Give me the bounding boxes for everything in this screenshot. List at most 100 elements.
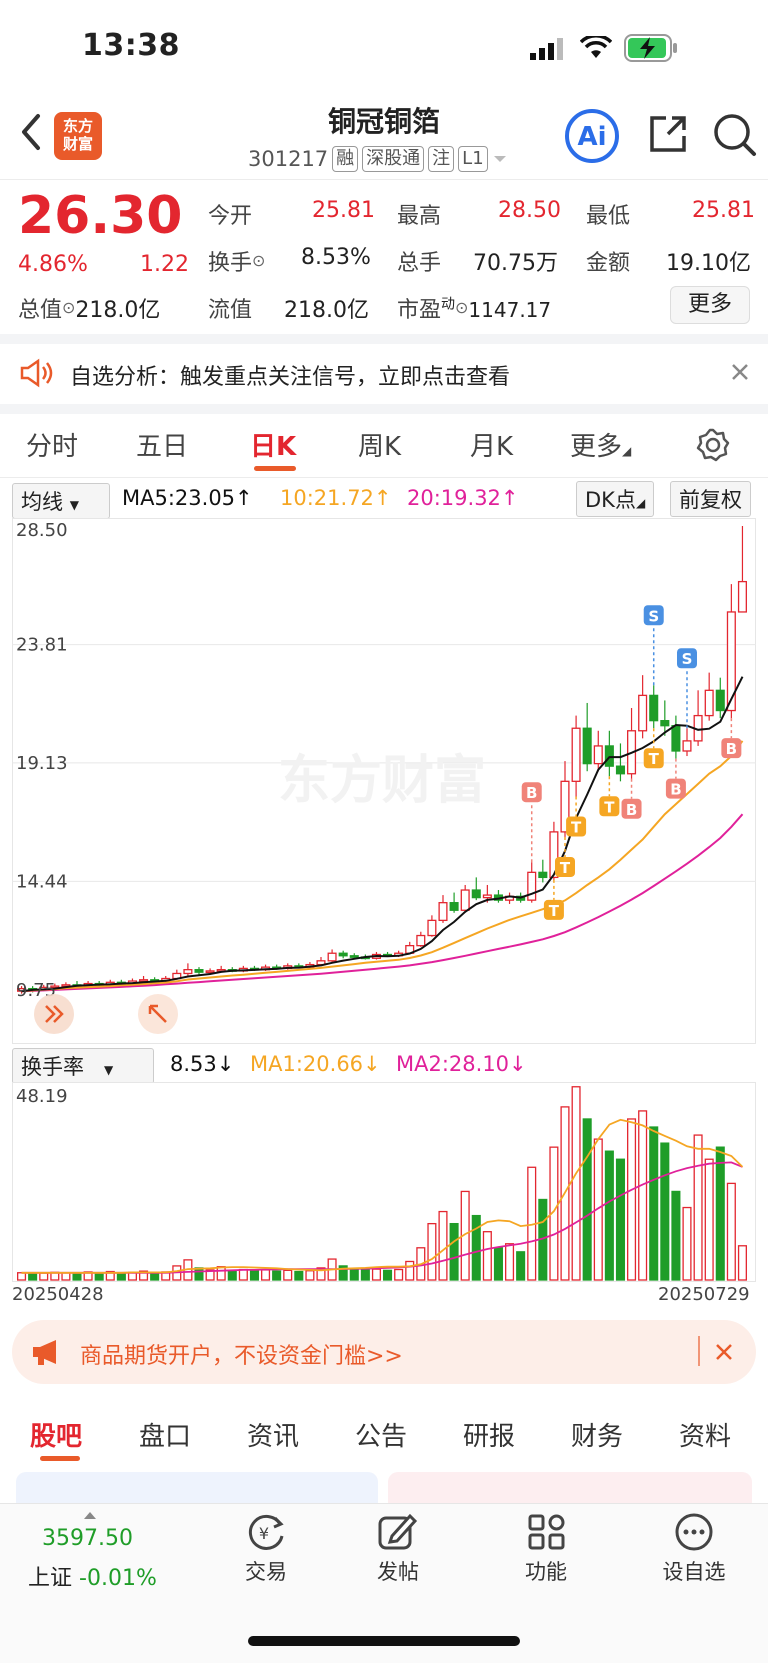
share-button[interactable] <box>646 112 690 160</box>
ai-icon: Ai <box>565 109 619 163</box>
tab-news[interactable]: 资讯 <box>247 1416 299 1453</box>
high-label: 最高 <box>397 204 442 229</box>
index-ticker[interactable]: 上证 -0.01% <box>28 1560 157 1592</box>
turnover-bar <box>194 1267 204 1281</box>
candle-body <box>704 689 714 717</box>
tab-more[interactable]: 更多◢ <box>570 426 631 463</box>
float-value: 218.0亿 <box>284 298 369 323</box>
ma20-value: 20:19.32 <box>407 486 501 510</box>
promo-separator <box>698 1336 700 1366</box>
analysis-notice[interactable]: 自选分析：触发重点关注信号，立即点击查看 <box>70 359 510 391</box>
candle-body <box>194 969 204 973</box>
turnover-bar <box>505 1243 515 1281</box>
price-axis-label: 14.44 <box>16 871 68 892</box>
turnover-bar <box>116 1272 126 1281</box>
turnover-bar <box>704 1158 714 1281</box>
tab-orderbook[interactable]: 盘口 <box>139 1416 191 1453</box>
tab-announcements[interactable]: 公告 <box>355 1416 407 1453</box>
caret-icon: ◢ <box>635 496 646 510</box>
promo-text[interactable]: 商品期货开户，不设资金门槛>> <box>80 1338 403 1370</box>
kline-chart[interactable]: 东方财富 BTTTT BTSBSB 28.5023.8119.1314.449.7… <box>12 518 756 1044</box>
price-axis-label: 19.13 <box>16 753 68 774</box>
turnover-bar <box>715 1146 725 1281</box>
index-value[interactable]: 3597.50 <box>42 1526 133 1551</box>
turnover-bar <box>349 1268 359 1281</box>
up-arrow-icon: ↑ <box>373 486 392 510</box>
turnover-bar <box>438 1210 448 1281</box>
last-price: 26.30 <box>18 186 183 246</box>
ma2-readout: MA2:28.10↓ <box>396 1052 527 1076</box>
close-notice-button[interactable] <box>730 362 750 386</box>
price-axis-label: 28.50 <box>16 520 68 541</box>
search-button[interactable] <box>712 112 758 162</box>
candle-body <box>593 745 603 765</box>
info-icon[interactable]: ⊙ <box>455 298 468 317</box>
turnover-label: 换手 <box>208 251 253 276</box>
candle-body <box>682 740 692 752</box>
info-icon[interactable]: ⊙ <box>252 251 265 270</box>
ma1-readout: MA1:20.66↓ <box>250 1052 381 1076</box>
nav-trade[interactable]: ¥ 交易 <box>226 1512 306 1586</box>
nav-add-watchlist[interactable]: 设自选 <box>654 1512 734 1586</box>
close-icon <box>716 1344 732 1360</box>
signal-marker-label: B <box>626 801 637 819</box>
turnover-bar <box>61 1272 71 1281</box>
turnover-selector[interactable]: 换手率 ▼ <box>12 1048 154 1084</box>
tab-forum[interactable]: 股吧 <box>30 1416 82 1453</box>
turnover-chart[interactable]: 48.19 <box>12 1082 756 1282</box>
turnover-bar <box>493 1247 503 1281</box>
share-icon <box>650 116 686 152</box>
tag-registered: 注 <box>428 146 455 172</box>
divider <box>0 477 768 478</box>
more-quote-button[interactable]: 更多 <box>670 286 750 324</box>
candle-body <box>449 902 459 911</box>
signal-marker-label: S <box>648 607 659 625</box>
tab-financials[interactable]: 财务 <box>571 1416 623 1453</box>
turnover-bar <box>471 1214 481 1281</box>
price-axis-label: 23.81 <box>16 635 68 656</box>
turnover-bar <box>294 1270 304 1281</box>
close-promo-button[interactable] <box>714 1342 734 1366</box>
ai-button[interactable]: Ai <box>564 108 620 168</box>
candle-body <box>416 934 426 947</box>
nav-post[interactable]: 发帖 <box>358 1512 438 1586</box>
adjust-button[interactable]: 前复权 <box>670 481 751 517</box>
expand-icon[interactable] <box>138 994 178 1034</box>
scroll-left-icon[interactable] <box>34 994 74 1034</box>
turnover-bar <box>394 1268 404 1281</box>
nav-functions[interactable]: 功能 <box>506 1512 586 1586</box>
tag-connect: 深股通 <box>362 146 425 172</box>
more-dots-icon <box>675 1513 713 1551</box>
candle-body <box>460 889 470 911</box>
info-icon[interactable]: ⊙ <box>62 298 75 317</box>
tab-daily-k[interactable]: 日K <box>250 426 296 463</box>
tab-profile[interactable]: 资料 <box>679 1416 731 1453</box>
ma-selector[interactable]: 均线 ▼ <box>12 483 110 519</box>
turnover-bar <box>627 1118 637 1281</box>
candle-body <box>671 725 681 752</box>
turnover-bar <box>305 1270 315 1281</box>
candle-body <box>715 689 725 712</box>
turnover-bar <box>371 1268 381 1281</box>
tab-five-day[interactable]: 五日 <box>136 426 188 463</box>
turnover-bar <box>283 1269 293 1281</box>
tab-weekly-k[interactable]: 周K <box>358 426 401 463</box>
watermark: 东方财富 <box>278 751 486 811</box>
nav-functions-label: 功能 <box>525 1560 567 1584</box>
tab-intraday[interactable]: 分时 <box>26 426 78 463</box>
chart-settings-button[interactable] <box>696 428 730 466</box>
tab-research[interactable]: 研报 <box>463 1416 515 1453</box>
change-pct: 4.86% <box>18 252 88 277</box>
candle-body <box>427 919 437 937</box>
grid-icon <box>528 1514 565 1550</box>
dk-button[interactable]: DK点◢ <box>576 481 655 517</box>
svg-text:Ai: Ai <box>577 122 606 152</box>
candle-body <box>205 970 215 974</box>
turnover-bar <box>427 1222 437 1281</box>
tag-margin: 融 <box>332 146 359 172</box>
caret-down-icon[interactable] <box>492 154 508 164</box>
turnover-bar <box>28 1272 38 1281</box>
turnover-bar <box>449 1222 459 1281</box>
tab-monthly-k[interactable]: 月K <box>470 426 513 463</box>
signal-marker-label: T <box>571 818 582 836</box>
